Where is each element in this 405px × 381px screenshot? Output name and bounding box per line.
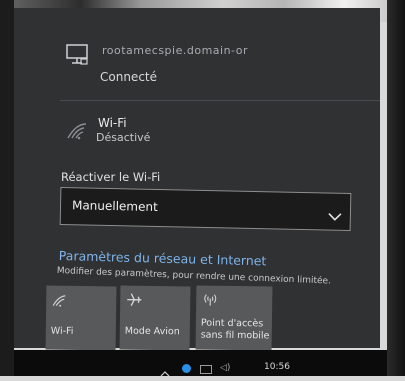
hotspot-icon — [202, 292, 218, 311]
chevron-down-icon — [328, 207, 342, 226]
wifi-icon — [52, 292, 66, 311]
reactivate-wifi-label: Réactiver le Wi-Fi — [61, 170, 160, 184]
hotspot-label-line1: Point d'accès — [201, 318, 263, 330]
network-connection-row[interactable]: rootamecspie.domain-or Connecté — [14, 24, 380, 94]
screen-bezel-right — [387, 0, 405, 376]
wifi-title: Wi-Fi — [98, 116, 127, 130]
network-settings-description: Modifier des paramètres, pour rendre une… — [57, 266, 331, 287]
network-name: rootamecspie.domain-or — [102, 44, 248, 57]
quick-action-airplane-label: Mode Avion — [125, 326, 180, 339]
quick-action-hotspot-label: Point d'accès sans fil mobile — [201, 318, 270, 343]
network-status: Connecté — [100, 70, 157, 84]
reactivate-wifi-dropdown[interactable]: Manuellement — [60, 187, 352, 231]
taskbar: ◁) 10:56 — [14, 350, 387, 376]
hotspot-label-line2: sans fil mobile — [201, 330, 270, 342]
network-flyout: rootamecspie.domain-or Connecté Wi-Fi Dé… — [14, 8, 380, 348]
chevron-up-icon[interactable] — [160, 362, 170, 381]
tray-app-icon[interactable] — [182, 364, 191, 373]
divider — [60, 100, 380, 101]
ethernet-monitor-icon — [66, 44, 90, 70]
volume-icon[interactable]: ◁) — [220, 363, 230, 373]
quick-action-wifi-label: Wi-Fi — [51, 326, 74, 338]
wifi-off-icon — [66, 122, 88, 144]
wifi-status: Désactivé — [96, 131, 150, 144]
airplane-icon — [126, 292, 142, 311]
dropdown-selected-value: Manuellement — [72, 198, 158, 214]
network-settings-link[interactable]: Paramètres du réseau et Internet — [59, 248, 267, 268]
quick-action-wifi[interactable]: Wi-Fi — [46, 286, 117, 351]
taskbar-clock[interactable]: 10:56 — [264, 362, 290, 372]
quick-action-airplane-mode[interactable]: Mode Avion — [120, 286, 191, 351]
screen-bezel-left — [0, 0, 14, 376]
network-tray-icon[interactable] — [200, 365, 212, 374]
quick-action-mobile-hotspot[interactable]: Point d'accès sans fil mobile — [196, 285, 273, 350]
